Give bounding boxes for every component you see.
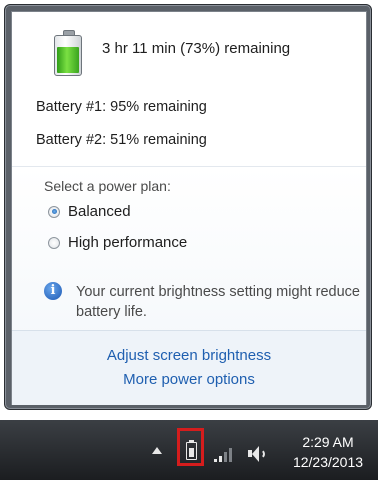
power-plan-label: Select a power plan: [44, 178, 171, 194]
clock-time: 2:29 AM [302, 434, 354, 450]
plan-option-label: Balanced [68, 203, 131, 220]
radio-selected-icon[interactable] [48, 205, 60, 218]
flyout-links-section: Adjust screen brightness More power opti… [12, 330, 366, 405]
battery-1-status: Battery #1: 95% remaining [36, 99, 207, 115]
battery-icon[interactable] [186, 440, 197, 460]
plan-option-balanced[interactable]: Balanced [48, 203, 131, 220]
show-hidden-icons[interactable] [152, 447, 162, 454]
battery-large-icon [54, 30, 82, 76]
power-flyout-content: 3 hr 11 min (73%) remaining Battery #1: … [11, 11, 367, 405]
speaker-icon[interactable] [248, 445, 268, 463]
plan-option-label: High performance [68, 234, 188, 251]
info-icon: i [44, 282, 62, 300]
clock-date: 12/23/2013 [292, 454, 364, 470]
radio-unselected-icon[interactable] [48, 236, 60, 249]
battery-status-section: 3 hr 11 min (73%) remaining Battery #1: … [12, 12, 366, 162]
network-signal-icon[interactable] [214, 446, 236, 462]
battery-summary: 3 hr 11 min (73%) remaining [102, 40, 291, 57]
more-power-options-link[interactable]: More power options [12, 371, 366, 388]
battery-2-status: Battery #2: 51% remaining [36, 132, 207, 148]
plan-option-high-performance[interactable]: High performance [48, 234, 187, 251]
adjust-brightness-link[interactable]: Adjust screen brightness [12, 347, 366, 364]
clock[interactable]: 2:29 AM 12/23/2013 [282, 432, 374, 472]
power-flyout: 3 hr 11 min (73%) remaining Battery #1: … [4, 4, 372, 410]
brightness-warning: Your current brightness setting might re… [76, 284, 360, 320]
